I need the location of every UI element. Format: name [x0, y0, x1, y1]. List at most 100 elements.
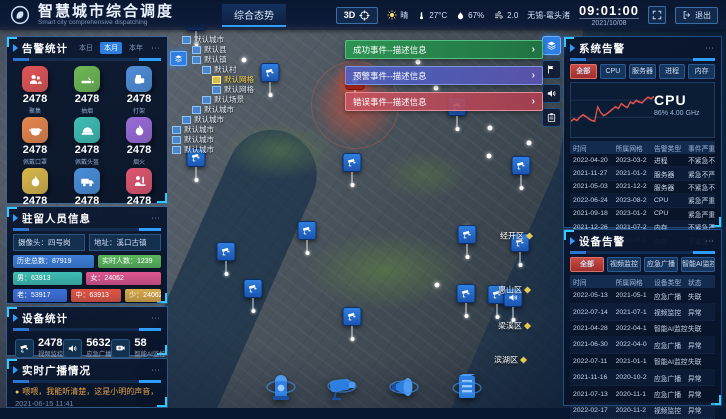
map-tool-server-3d-icon[interactable]	[444, 370, 490, 408]
layer-node-label: 默认城市	[184, 126, 214, 134]
cctv-icon	[343, 307, 362, 326]
flame-icon	[126, 117, 152, 143]
layer-tree-item[interactable]: 默认城市	[192, 105, 254, 114]
weather-wind: 2.0	[493, 11, 518, 20]
table-row[interactable]: 2022-07-142021-07-1视频监控异常	[570, 304, 715, 320]
map-marker-camera[interactable]	[217, 242, 236, 276]
system-alarm-tab-进程[interactable]: 进程	[659, 64, 686, 79]
alarm-tab-本日[interactable]: 本日	[75, 42, 97, 54]
system-alarm-tab-CPU[interactable]: CPU	[600, 64, 627, 79]
map-waypoint-dot[interactable]	[527, 141, 532, 146]
system-alarm-tab-内存[interactable]: 内存	[688, 64, 715, 79]
personnel-more-button[interactable]: ⋯	[151, 213, 161, 224]
app-logo-icon	[10, 5, 30, 25]
layer-tree-item[interactable]: 默认城市	[172, 145, 254, 154]
layer-node-label: 默认网格	[224, 86, 254, 94]
personnel-bar: 实时人数：1239	[98, 255, 161, 268]
event-banner-error[interactable]: 错误事件--描述信息 ›	[345, 92, 543, 111]
panel-system-alarm: 系统告警 ⋯ 全部CPU服务器进程内存 CPU 86% 4.00 GHz 时间所…	[563, 36, 722, 228]
map-waypoint-dot[interactable]	[435, 283, 440, 288]
table-row[interactable]: 2021-11-162020-10-2应急广播异常	[570, 370, 715, 386]
device-alarm-tab-全部[interactable]: 全部	[570, 257, 604, 272]
map-tool-megaphone-3d-icon[interactable]	[382, 370, 428, 408]
panel-title-arrow-icon	[13, 314, 18, 322]
map-marker-camera[interactable]	[244, 279, 263, 313]
map-marker-camera[interactable]	[298, 221, 317, 255]
diamond-dot-icon	[524, 322, 531, 329]
map-waypoint-dot[interactable]	[488, 126, 493, 131]
table-row[interactable]: 2021-07-132020-11-1应急广播异常	[570, 386, 715, 402]
layer-tree-item[interactable]: 默认场景	[202, 95, 254, 104]
table-row[interactable]: 2021-11-272021-01-2服务器紧急不严重	[570, 167, 715, 180]
alarm-stat-item[interactable]: 2478 抽烟	[61, 65, 113, 115]
device-alarm-tab-智能AI监控[interactable]: 智能AI监控	[681, 257, 715, 272]
alarm-stats-more-button[interactable]: ⋯	[151, 43, 161, 54]
alarm-stat-item[interactable]: 2478 佩戴口罩	[9, 116, 61, 166]
alarm-stat-item[interactable]: 2478 聚集	[9, 65, 61, 115]
alarm-tab-本年[interactable]: 本年	[125, 42, 147, 54]
diamond-dot-icon	[524, 286, 531, 293]
layers-icon[interactable]	[542, 36, 561, 55]
cpu-label: CPU	[654, 92, 714, 108]
flag-icon[interactable]	[542, 60, 561, 79]
alarm-stat-item[interactable]: 2478 佩戴头盔	[61, 116, 113, 166]
exit-button[interactable]: 退出	[675, 7, 718, 24]
table-row[interactable]: 2022-04-202023-03-2进程不紧急不严重	[570, 154, 715, 167]
table-row[interactable]: 2022-06-242023-08-2CPU紧急严重	[570, 194, 715, 207]
layer-tree-item[interactable]: 默认网格	[212, 75, 254, 84]
alarm-stat-item[interactable]: 2478 烟火	[113, 116, 165, 166]
layer-tree-item[interactable]: 默认城市	[172, 135, 254, 144]
personnel-title: 驻留人员信息	[22, 211, 91, 226]
map-waypoint-dot[interactable]	[487, 154, 492, 159]
layer-node-label: 默认城市	[194, 36, 224, 44]
layer-tree-item[interactable]: 默认村	[202, 65, 254, 74]
layer-tree-item[interactable]: 默认城市	[182, 35, 254, 44]
tab-overview[interactable]: 综合态势	[222, 4, 286, 27]
device-stat-item[interactable]: 5632 应急广播	[63, 337, 111, 358]
camera-name: 摄像头：四号岗	[13, 234, 85, 251]
layer-tree-item[interactable]: 默认网格	[212, 85, 254, 94]
map-tool-hydrant-3d-icon[interactable]	[258, 370, 304, 408]
device-alarm-tab-视频监控[interactable]: 视频监控	[607, 257, 641, 272]
map-marker-camera[interactable]	[343, 153, 362, 187]
map-tool-camera-3d-icon[interactable]	[320, 370, 366, 408]
fullscreen-button[interactable]	[648, 6, 666, 24]
table-row[interactable]: 2022-02-172020-11-2视频监控异常	[570, 403, 715, 419]
device-alarm-tab-应急广播[interactable]: 应急广播	[644, 257, 678, 272]
layer-tree-item[interactable]: 默认镇	[192, 55, 254, 64]
layer-tree-item[interactable]: 默认城市	[182, 115, 254, 124]
system-alarm-more-button[interactable]: ⋯	[705, 43, 715, 54]
system-alarm-tab-全部[interactable]: 全部	[570, 64, 597, 79]
diamond-dot-icon	[526, 232, 533, 239]
map-marker-camera[interactable]	[457, 284, 476, 318]
map-marker-camera[interactable]	[512, 156, 531, 190]
cpu-info: CPU 86% 4.00 GHz	[654, 83, 714, 137]
table-row[interactable]: 2021-05-032021-12-2服务器不紧急不严重	[570, 181, 715, 194]
3d-mode-button[interactable]: 3D	[336, 7, 379, 24]
event-banner-warning[interactable]: 预警事件--描述信息 ›	[345, 66, 543, 85]
table-row[interactable]: 2022-05-132021-05-1应急广播失联	[570, 288, 715, 304]
table-row[interactable]: 2021-06-302022-04-0应急广播异常	[570, 337, 715, 353]
table-row[interactable]: 2021-09-182023-01-2CPU紧急严重	[570, 208, 715, 221]
device-stat-item[interactable]: 58 智能AI监控	[111, 337, 165, 358]
table-row[interactable]: 2021-04-282022-04-1智能AI监控失联	[570, 321, 715, 337]
layer-tree-item[interactable]: 默认县	[192, 45, 254, 54]
table-row[interactable]: 2022-07-112021-01-1智能AI监控失联	[570, 354, 715, 370]
clipboard-icon[interactable]	[542, 108, 561, 127]
app-title: 智慧城市综合调度	[38, 4, 174, 19]
event-banner-success[interactable]: 成功事件--描述信息 ›	[345, 40, 543, 59]
layer-tree-active-button[interactable]	[170, 51, 187, 66]
alarm-stat-item[interactable]: 2478 打架	[113, 65, 165, 115]
device-alarm-more-button[interactable]: ⋯	[705, 236, 715, 247]
map-marker-camera[interactable]	[458, 225, 477, 259]
broadcast-more-button[interactable]: ⋯	[151, 365, 161, 376]
device-stat-item[interactable]: 2478 视频监控	[15, 337, 63, 358]
layer-tree-item[interactable]: 默认城市	[172, 125, 254, 134]
system-alarm-tab-服务器[interactable]: 服务器	[629, 64, 656, 79]
map-marker-camera[interactable]	[343, 307, 362, 341]
map-marker-camera[interactable]	[261, 63, 280, 97]
speaker-icon[interactable]	[542, 84, 561, 103]
device-stats-more-button[interactable]: ⋯	[151, 313, 161, 324]
panel-title-arrow-icon	[13, 44, 18, 52]
alarm-tab-本月[interactable]: 本月	[100, 42, 122, 54]
